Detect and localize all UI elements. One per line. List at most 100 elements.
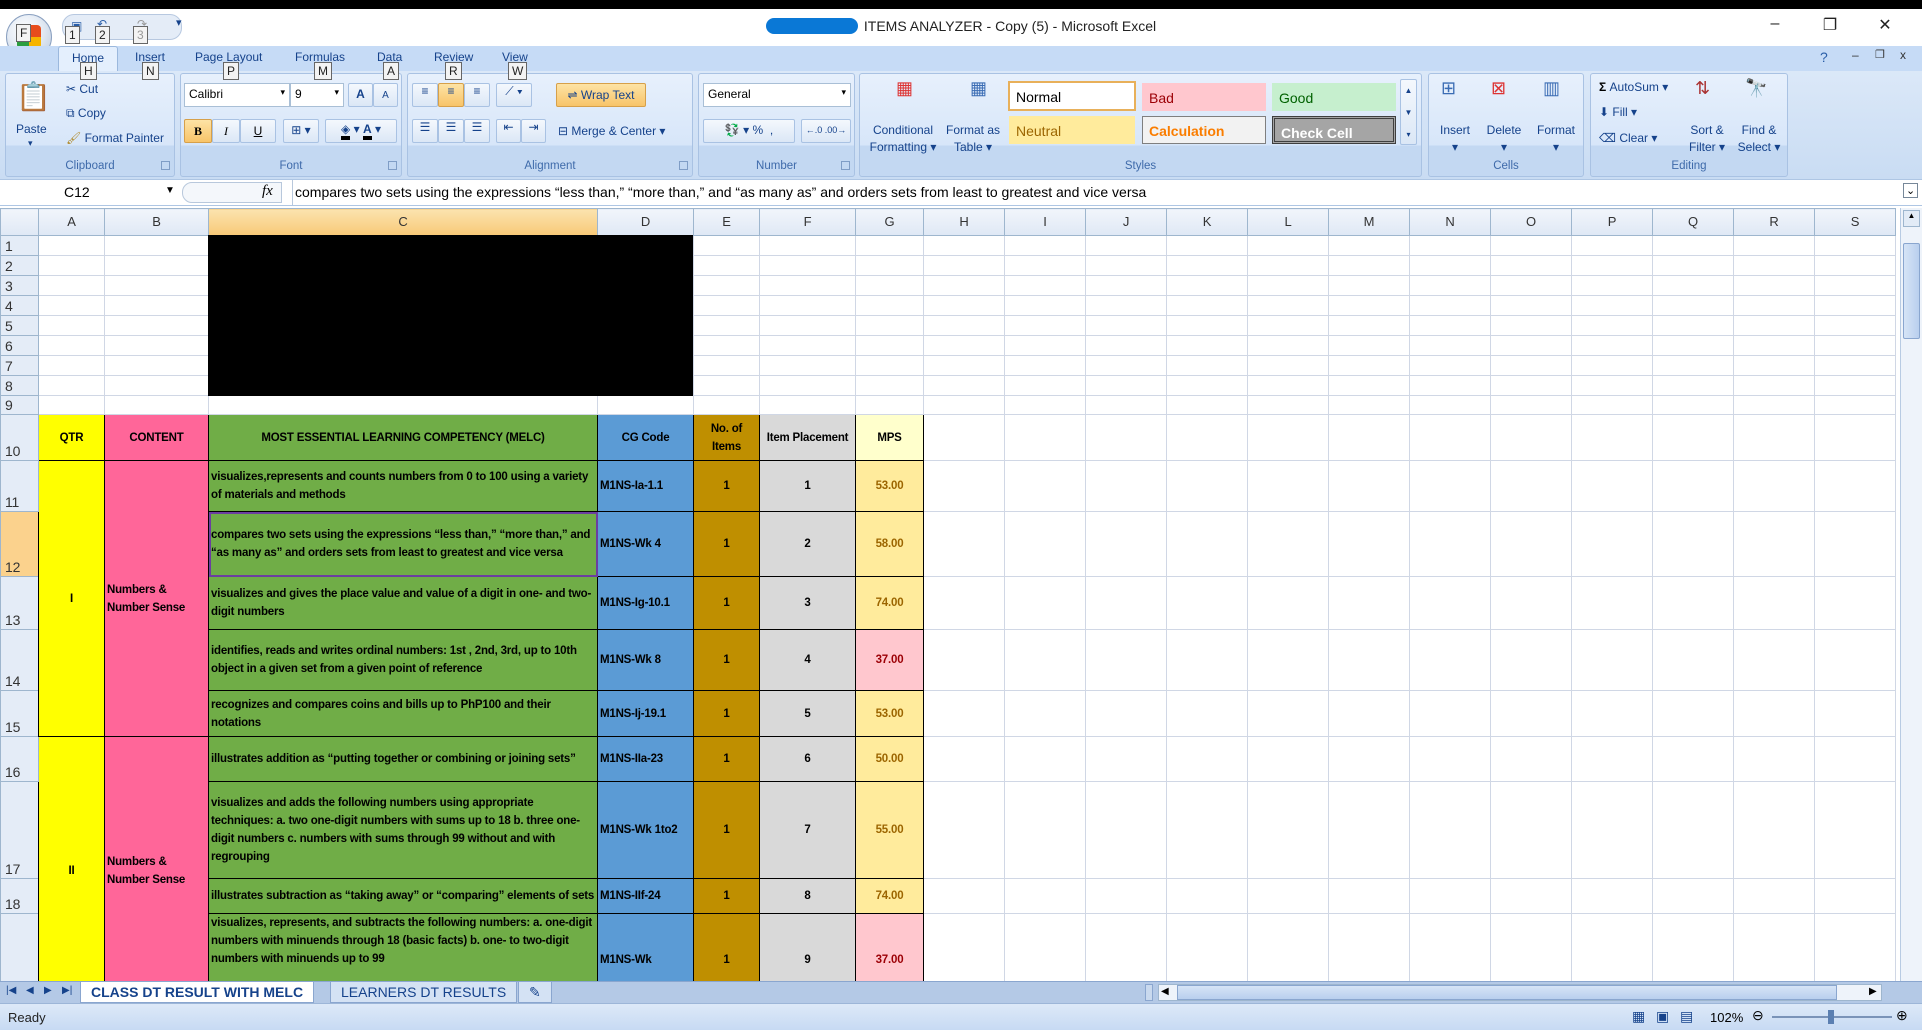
cell[interactable] (1085, 576, 1167, 630)
cell[interactable] (759, 255, 856, 276)
cell[interactable] (38, 335, 105, 356)
cell[interactable] (1085, 414, 1167, 461)
cell[interactable] (693, 235, 760, 256)
cell[interactable] (1571, 576, 1653, 630)
cell[interactable] (923, 335, 1005, 356)
cell[interactable] (1085, 315, 1167, 336)
melc-cell[interactable]: recognizes and compares coins and bills … (208, 690, 598, 737)
cell[interactable] (1733, 629, 1815, 691)
font-color-icon[interactable]: A (362, 122, 372, 140)
header-cg[interactable]: CG Code (597, 414, 694, 461)
cell[interactable] (923, 629, 1005, 691)
cg-code-cell[interactable]: M1NS-Ij-19.1 (597, 690, 694, 737)
cell[interactable] (1328, 414, 1410, 461)
cell[interactable] (1247, 355, 1329, 376)
cell[interactable] (38, 375, 105, 396)
cell[interactable] (1085, 375, 1167, 396)
column-header-q[interactable]: Q (1652, 208, 1734, 236)
cell[interactable] (1004, 255, 1086, 276)
zoom-in-icon[interactable]: ⊕ (1896, 1007, 1908, 1024)
decimal-buttons[interactable]: ←.0 .00→ (801, 119, 851, 143)
zoom-out-icon[interactable]: ⊖ (1752, 1007, 1764, 1024)
cell[interactable] (38, 315, 105, 336)
cell[interactable] (1247, 511, 1329, 577)
cell[interactable] (1814, 275, 1896, 296)
merge-center-button[interactable]: ⊟ Merge & Center ▾ (558, 124, 665, 138)
cell[interactable] (1247, 736, 1329, 782)
cell[interactable] (1490, 629, 1572, 691)
next-sheet-icon[interactable]: ▶ (44, 985, 52, 996)
cell[interactable] (923, 395, 1005, 415)
cell[interactable] (1409, 414, 1491, 461)
placement-cell[interactable]: 2 (759, 511, 856, 577)
cell[interactable] (1814, 878, 1896, 914)
cell[interactable] (1490, 395, 1572, 415)
cell[interactable] (38, 235, 105, 256)
page-break-view-icon[interactable]: ▤ (1680, 1008, 1693, 1025)
cell[interactable] (1733, 690, 1815, 737)
normal-view-icon[interactable]: ▦ (1632, 1008, 1645, 1025)
cell[interactable] (1814, 295, 1896, 316)
cell[interactable] (1004, 781, 1086, 879)
cell[interactable] (1328, 355, 1410, 376)
cell[interactable] (1247, 395, 1329, 415)
cell[interactable] (693, 275, 760, 296)
cell[interactable] (1166, 781, 1248, 879)
cell[interactable] (1409, 255, 1491, 276)
cell[interactable] (1004, 629, 1086, 691)
column-header-p[interactable]: P (1571, 208, 1653, 236)
cell[interactable] (1004, 295, 1086, 316)
mps-cell[interactable]: 55.00 (855, 781, 924, 879)
cell[interactable] (1733, 460, 1815, 512)
cell[interactable] (1490, 576, 1572, 630)
cell[interactable] (1652, 781, 1734, 879)
cell[interactable] (1409, 375, 1491, 396)
cell[interactable] (693, 315, 760, 336)
column-header-h[interactable]: H (923, 208, 1005, 236)
cell[interactable] (1571, 736, 1653, 782)
scroll-up-button[interactable]: ▲ (1903, 210, 1920, 227)
cell[interactable] (855, 395, 924, 415)
header-content[interactable]: CONTENT (104, 414, 209, 461)
cell[interactable] (38, 295, 105, 316)
cell[interactable] (1652, 235, 1734, 256)
cell[interactable] (1571, 395, 1653, 415)
items-cell[interactable]: 1 (693, 878, 760, 914)
last-sheet-icon[interactable]: ▶| (62, 985, 72, 996)
cell[interactable] (1814, 395, 1896, 415)
cell[interactable] (1409, 315, 1491, 336)
cell[interactable] (1166, 414, 1248, 461)
cell[interactable] (693, 295, 760, 316)
cell[interactable] (1490, 275, 1572, 296)
increase-decimal-icon[interactable]: ←.0 (806, 125, 823, 135)
cell[interactable] (1166, 295, 1248, 316)
cell[interactable] (1814, 255, 1896, 276)
style-good[interactable]: Good (1272, 83, 1396, 111)
cell[interactable] (38, 355, 105, 376)
cell[interactable] (1328, 878, 1410, 914)
melc-cell[interactable]: visualizes and adds the following number… (208, 781, 598, 879)
align-bottom-button[interactable]: ≡ (464, 83, 490, 107)
content-cell[interactable]: Numbers & Number Sense (104, 736, 209, 1006)
items-cell[interactable]: 1 (693, 629, 760, 691)
items-cell[interactable]: 1 (693, 576, 760, 630)
cell[interactable] (759, 375, 856, 396)
cell[interactable] (1085, 395, 1167, 415)
cell[interactable] (759, 395, 856, 415)
cell[interactable] (1328, 275, 1410, 296)
paste-dropdown-icon[interactable]: ▾ (28, 138, 33, 149)
shrink-font-button[interactable]: A (373, 83, 398, 107)
cell[interactable] (759, 315, 856, 336)
number-format-select[interactable]: General ▾ (703, 83, 851, 107)
cell[interactable] (1085, 629, 1167, 691)
cell[interactable] (1409, 460, 1491, 512)
row-header[interactable]: 6 (0, 335, 39, 356)
cell[interactable] (208, 395, 598, 415)
cell[interactable] (1490, 736, 1572, 782)
paste-icon[interactable]: 📋 (16, 80, 51, 113)
cell[interactable] (1085, 235, 1167, 256)
format-painter-button[interactable]: 🖌 Format Painter (66, 131, 164, 145)
borders-button[interactable]: ⊞ ▾ (283, 119, 319, 143)
prev-sheet-icon[interactable]: ◀ (26, 985, 34, 996)
cell[interactable] (1247, 375, 1329, 396)
